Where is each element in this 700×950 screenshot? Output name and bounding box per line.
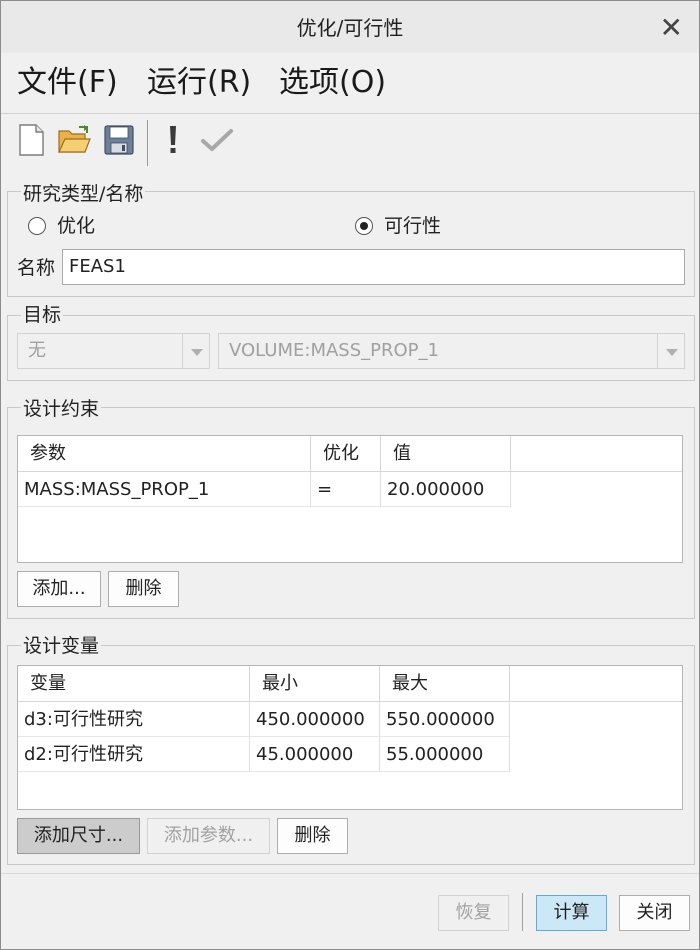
constraint-operator-cell[interactable]: = — [311, 472, 381, 507]
variable-min-cell[interactable]: 450.000000 — [250, 702, 380, 737]
constraint-value-cell[interactable]: 20.000000 — [381, 472, 511, 507]
dialog-title: 优化/可行性 — [296, 16, 404, 40]
variable-name-cell[interactable]: d2:可行性研究 — [18, 737, 250, 772]
design-constraints-group-label: 设计约束 — [21, 397, 102, 421]
title-bar[interactable]: 优化/可行性 ✕ — [1, 1, 699, 53]
check-icon[interactable] — [199, 122, 235, 158]
name-label: 名称 — [17, 257, 56, 279]
footer-divider — [1, 873, 699, 874]
column-header-parameter[interactable]: 参数 — [18, 436, 311, 472]
goal-feature-select: VOLUME:MASS_PROP_1 — [218, 333, 685, 369]
toolbar — [1, 114, 699, 172]
variable-min-cell[interactable]: 45.000000 — [250, 737, 380, 772]
variable-max-cell[interactable]: 55.000000 — [380, 737, 510, 772]
variables-table: 变量 最小 最大 d3:可行性研究 450.000000 550.000000 … — [17, 665, 683, 810]
radio-optimization-label[interactable]: 优化 — [57, 214, 95, 238]
column-header-empty — [511, 436, 682, 472]
column-header-operator[interactable]: 优化 — [311, 436, 381, 472]
column-header-variable[interactable]: 变量 — [18, 666, 250, 702]
run-icon[interactable] — [155, 122, 191, 158]
new-file-icon[interactable] — [13, 122, 49, 158]
variable-max-cell[interactable]: 550.000000 — [380, 702, 510, 737]
toolbar-separator — [147, 120, 148, 166]
menu-options[interactable]: 选项(O) — [279, 63, 386, 103]
save-icon[interactable] — [101, 122, 137, 158]
design-variables-group-label: 设计变量 — [21, 634, 102, 658]
goal-type-value: 无 — [28, 340, 46, 361]
goal-feature-value: VOLUME:MASS_PROP_1 — [229, 340, 439, 361]
menu-file[interactable]: 文件(F) — [17, 63, 118, 103]
delete-constraint-button[interactable]: 删除 — [108, 571, 179, 607]
close-icon[interactable]: ✕ — [660, 9, 683, 47]
optimization-feasibility-dialog: 优化/可行性 ✕ 文件(F) 运行(R) 选项(O) 研究类型/名称 优化 可行… — [0, 0, 700, 950]
goal-type-select: 无 — [17, 333, 210, 369]
add-dimension-button[interactable]: 添加尺寸... — [17, 818, 140, 854]
add-constraint-button[interactable]: 添加... — [17, 571, 101, 607]
radio-feasibility[interactable] — [355, 217, 373, 235]
restore-button[interactable]: 恢复 — [438, 895, 509, 931]
menu-bar: 文件(F) 运行(R) 选项(O) — [1, 53, 699, 114]
chevron-down-icon — [182, 334, 209, 368]
open-folder-icon[interactable] — [56, 122, 92, 158]
column-header-value[interactable]: 值 — [381, 436, 511, 472]
radio-optimization[interactable] — [28, 217, 46, 235]
add-parameter-button[interactable]: 添加参数... — [147, 818, 270, 854]
study-type-group-label: 研究类型/名称 — [21, 182, 146, 206]
column-header-max[interactable]: 最大 — [380, 666, 510, 702]
chevron-down-icon — [657, 334, 684, 368]
name-input[interactable]: FEAS1 — [62, 249, 685, 285]
column-header-min[interactable]: 最小 — [250, 666, 380, 702]
footer-separator — [522, 893, 523, 931]
column-header-empty — [510, 666, 682, 702]
radio-feasibility-label[interactable]: 可行性 — [384, 214, 441, 238]
close-button[interactable]: 关闭 — [619, 895, 690, 931]
constraint-parameter-cell[interactable]: MASS:MASS_PROP_1 — [18, 472, 311, 507]
menu-run[interactable]: 运行(R) — [147, 63, 251, 103]
delete-variable-button[interactable]: 删除 — [277, 818, 348, 854]
compute-button[interactable]: 计算 — [536, 895, 607, 931]
constraints-table: 参数 优化 值 MASS:MASS_PROP_1 = 20.000000 — [17, 435, 683, 563]
goal-group-label: 目标 — [21, 303, 64, 327]
variable-name-cell[interactable]: d3:可行性研究 — [18, 702, 250, 737]
